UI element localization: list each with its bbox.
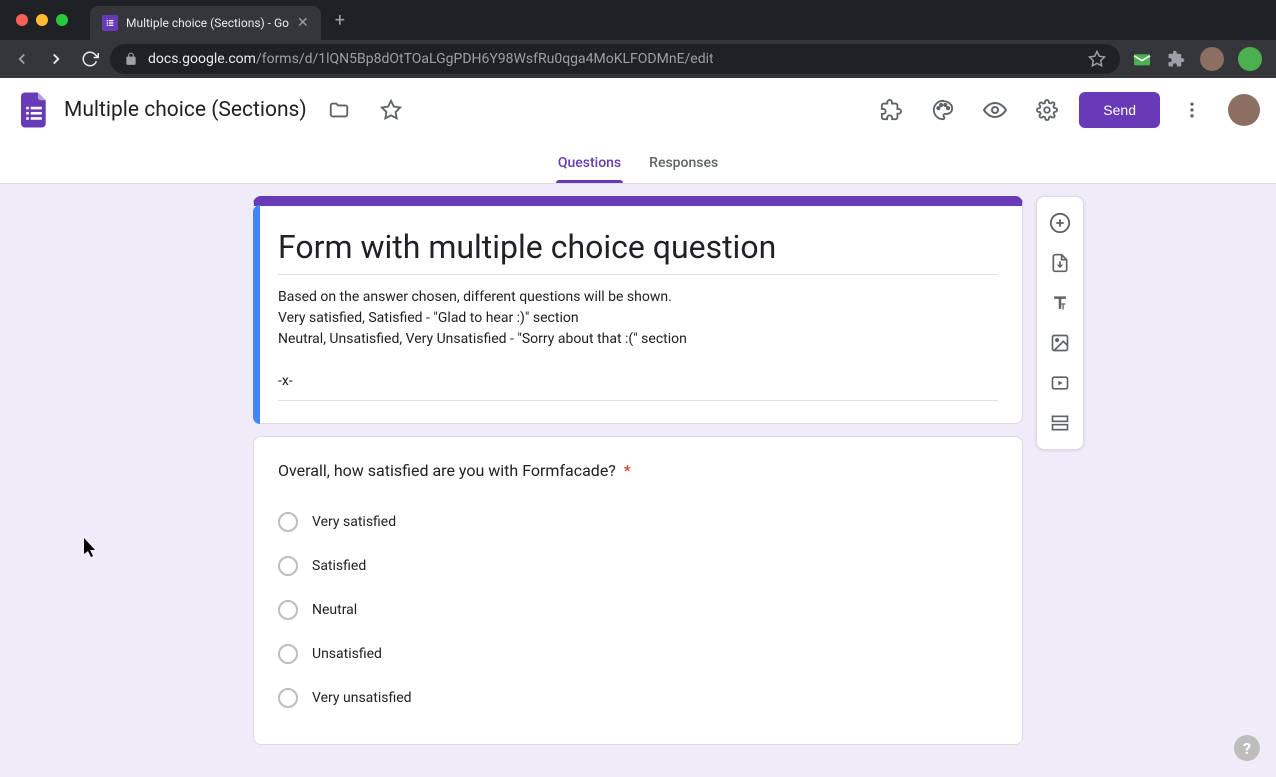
tab-title: Multiple choice (Sections) - Go	[126, 16, 289, 30]
form-canvas: Form with multiple choice question Based…	[0, 184, 1276, 777]
account-avatar[interactable]	[1228, 94, 1260, 126]
option-label: Unsatisfied	[312, 646, 382, 662]
reload-button[interactable]	[76, 45, 104, 73]
import-questions-button[interactable]	[1042, 245, 1078, 281]
radio-icon[interactable]	[278, 556, 298, 576]
document-title[interactable]: Multiple choice (Sections)	[64, 96, 307, 124]
add-video-button[interactable]	[1042, 365, 1078, 401]
send-button[interactable]: Send	[1079, 92, 1160, 128]
form-tabs: Questions Responses	[0, 142, 1276, 184]
extension-icons	[1126, 47, 1268, 71]
window-controls	[6, 14, 78, 26]
form-title[interactable]: Form with multiple choice question	[278, 228, 998, 275]
window-maximize[interactable]	[56, 14, 68, 26]
add-title-button[interactable]	[1042, 285, 1078, 321]
extension-mail-icon[interactable]	[1132, 49, 1152, 69]
forms-favicon-icon	[102, 15, 118, 31]
help-button[interactable]: ?	[1234, 735, 1260, 761]
lock-icon	[124, 52, 138, 66]
option-row[interactable]: Unsatisfied	[278, 632, 998, 676]
add-image-button[interactable]	[1042, 325, 1078, 361]
tab-questions[interactable]: Questions	[556, 142, 623, 183]
tab-close-icon[interactable]: ✕	[297, 15, 309, 31]
add-question-button[interactable]	[1042, 205, 1078, 241]
window-minimize[interactable]	[36, 14, 48, 26]
profile-badge-icon[interactable]	[1238, 47, 1262, 71]
form-description[interactable]: Based on the answer chosen, different qu…	[278, 287, 998, 401]
star-button[interactable]	[371, 90, 411, 130]
extensions-puzzle-icon[interactable]	[1166, 49, 1186, 69]
url-path: /forms/d/1lQN5Bp8dOtTOaLGgPDH6Y98WsfRu0q…	[256, 51, 714, 67]
form-header-card[interactable]: Form with multiple choice question Based…	[253, 196, 1023, 424]
tab-responses[interactable]: Responses	[647, 142, 720, 183]
option-row[interactable]: Satisfied	[278, 544, 998, 588]
forms-logo-icon[interactable]	[16, 88, 52, 132]
option-label: Very satisfied	[312, 514, 396, 530]
option-label: Very unsatisfied	[312, 690, 412, 706]
forms-app: Multiple choice (Sections) Send Question…	[0, 78, 1276, 777]
move-to-folder-button[interactable]	[319, 90, 359, 130]
url-host: docs.google.com	[148, 51, 256, 67]
option-row[interactable]: Very unsatisfied	[278, 676, 998, 720]
bookmark-star-icon[interactable]	[1088, 50, 1106, 68]
option-row[interactable]: Very satisfied	[278, 500, 998, 544]
address-bar[interactable]: docs.google.com/forms/d/1lQN5Bp8dOtTOaLG…	[110, 44, 1120, 74]
floating-toolbar	[1036, 196, 1084, 450]
url-text: docs.google.com/forms/d/1lQN5Bp8dOtTOaLG…	[148, 51, 1078, 67]
profile-avatar-icon[interactable]	[1200, 47, 1224, 71]
radio-icon[interactable]	[278, 600, 298, 620]
browser-toolbar: docs.google.com/forms/d/1lQN5Bp8dOtTOaLG…	[0, 40, 1276, 78]
required-asterisk: *	[624, 461, 631, 480]
browser-tab[interactable]: Multiple choice (Sections) - Go ✕	[90, 6, 321, 40]
radio-icon[interactable]	[278, 644, 298, 664]
customize-theme-button[interactable]	[923, 90, 963, 130]
add-section-button[interactable]	[1042, 405, 1078, 441]
new-tab-button[interactable]: +	[321, 10, 359, 31]
option-label: Satisfied	[312, 558, 366, 574]
radio-icon[interactable]	[278, 688, 298, 708]
settings-button[interactable]	[1027, 90, 1067, 130]
option-row[interactable]: Neutral	[278, 588, 998, 632]
browser-tab-strip: Multiple choice (Sections) - Go ✕ +	[0, 0, 1276, 40]
app-header: Multiple choice (Sections) Send	[0, 78, 1276, 142]
forward-button[interactable]	[42, 45, 70, 73]
window-close[interactable]	[16, 14, 28, 26]
question-title[interactable]: Overall, how satisfied are you with Form…	[278, 461, 998, 480]
question-card[interactable]: Overall, how satisfied are you with Form…	[253, 436, 1023, 745]
more-menu-button[interactable]	[1172, 90, 1212, 130]
question-title-text: Overall, how satisfied are you with Form…	[278, 461, 616, 480]
option-label: Neutral	[312, 602, 357, 618]
preview-button[interactable]	[975, 90, 1015, 130]
back-button[interactable]	[8, 45, 36, 73]
addons-button[interactable]	[871, 90, 911, 130]
radio-icon[interactable]	[278, 512, 298, 532]
